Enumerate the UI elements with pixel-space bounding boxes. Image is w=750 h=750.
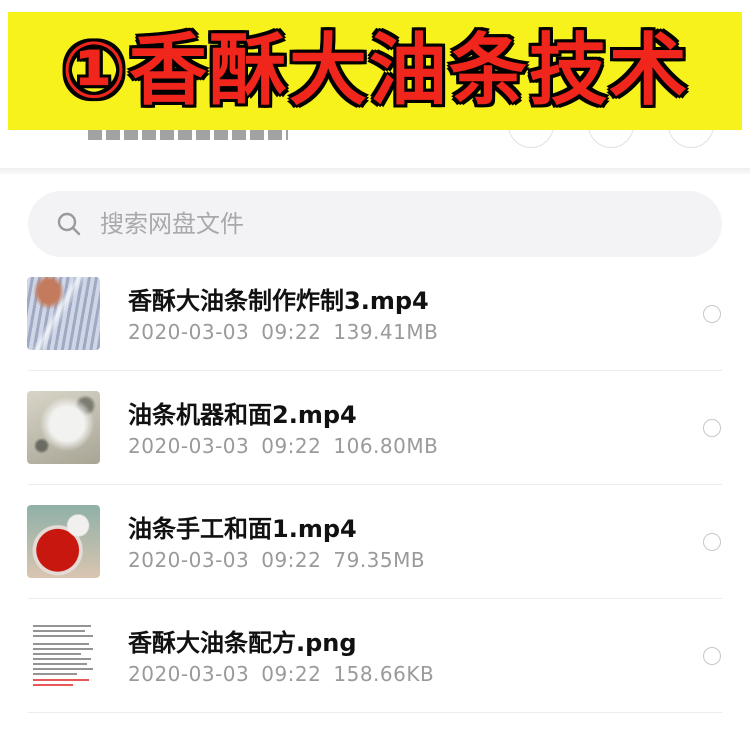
app-header-obscured: [0, 130, 750, 170]
file-name: 香酥大油条制作炸制3.mp4: [128, 287, 429, 315]
select-radio[interactable]: [703, 305, 721, 323]
image-thumbnail-recipe-document: [27, 619, 100, 692]
file-meta: 2020-03-03 09:22 79.35MB: [128, 548, 437, 572]
file-date: 2020-03-03: [128, 434, 250, 458]
file-time: 09:22: [261, 548, 322, 572]
search-icon: [57, 212, 81, 236]
select-radio[interactable]: [703, 533, 721, 551]
file-name: 香酥大油条配方.png: [128, 629, 357, 657]
file-time: 09:22: [261, 434, 322, 458]
file-date: 2020-03-03: [128, 320, 250, 344]
file-size: 106.80MB: [333, 434, 439, 458]
file-size: 139.41MB: [333, 320, 439, 344]
file-meta: 2020-03-03 09:22 106.80MB: [128, 434, 450, 458]
file-meta: 2020-03-03 09:22 139.41MB: [128, 320, 450, 344]
file-date: 2020-03-03: [128, 662, 250, 686]
file-name: 油条机器和面2.mp4: [128, 401, 357, 429]
select-radio[interactable]: [703, 647, 721, 665]
file-name: 油条手工和面1.mp4: [128, 515, 357, 543]
header-action-button-2[interactable]: [588, 130, 634, 148]
video-thumbnail-dough-machine: [27, 391, 100, 464]
header-action-button-1[interactable]: [508, 130, 554, 148]
file-list-item[interactable]: 香酥大油条配方.png 2020-03-03 09:22 158.66KB: [0, 599, 750, 713]
file-size: 79.35MB: [333, 548, 426, 572]
banner-title: ①香酥大油条技术: [60, 26, 690, 116]
header-action-button-3[interactable]: [668, 130, 714, 148]
search-input[interactable]: [100, 191, 700, 257]
video-thumbnail-hand-mixing: [27, 505, 100, 578]
file-date: 2020-03-03: [128, 548, 250, 572]
select-radio[interactable]: [703, 419, 721, 437]
search-bar[interactable]: [28, 191, 722, 257]
file-list-item[interactable]: 油条机器和面2.mp4 2020-03-03 09:22 106.80MB: [0, 371, 750, 485]
file-meta: 2020-03-03 09:22 158.66KB: [128, 662, 446, 686]
file-time: 09:22: [261, 320, 322, 344]
promo-banner: ①香酥大油条技术: [0, 0, 750, 135]
header-title-obscured: [88, 130, 288, 140]
file-list-item[interactable]: 香酥大油条制作炸制3.mp4 2020-03-03 09:22 139.41MB: [0, 257, 750, 371]
file-size: 158.66KB: [333, 662, 435, 686]
header-divider: [0, 168, 750, 174]
file-list-item[interactable]: 油条手工和面1.mp4 2020-03-03 09:22 79.35MB: [0, 485, 750, 599]
video-thumbnail-frying: [27, 277, 100, 350]
row-divider: [28, 712, 722, 713]
file-time: 09:22: [261, 662, 322, 686]
